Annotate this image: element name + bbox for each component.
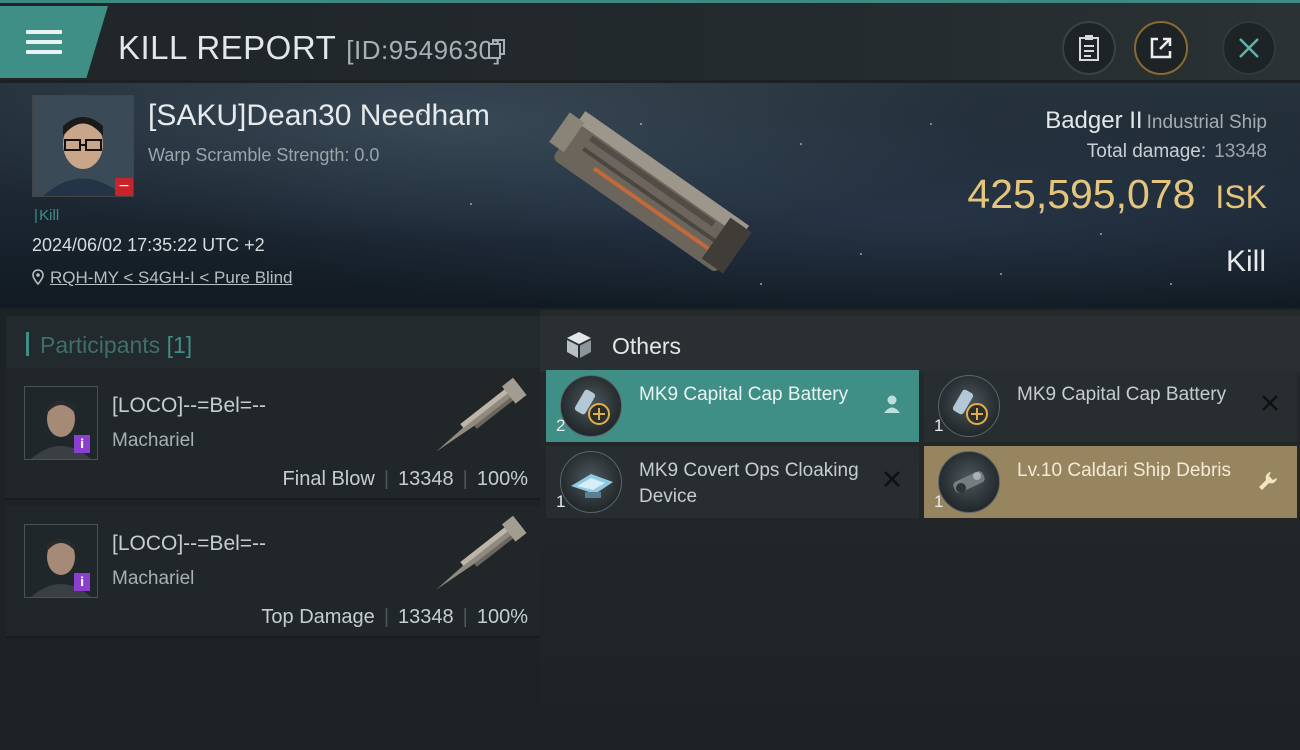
isk-unit: ISK xyxy=(1215,179,1267,215)
participant-role: Final Blow xyxy=(282,468,375,490)
location-text[interactable]: RQH-MY < S4GH-I < Pure Blind xyxy=(50,268,293,287)
dropped-item[interactable]: 2 MK9 Capital Cap Battery xyxy=(546,370,919,442)
total-damage-label: Total damage: xyxy=(1086,141,1207,162)
item-quantity: 1 xyxy=(934,492,944,511)
participants-count: [1] xyxy=(166,332,193,358)
kill-datetime: 2024/06/02 17:35:22 UTC +2 xyxy=(32,235,265,255)
capacitor-battery-icon xyxy=(938,375,1000,437)
participant-percent: 100% xyxy=(476,468,528,490)
ship-name-text: Badger II xyxy=(1045,107,1143,134)
item-name: MK9 Capital Cap Battery xyxy=(639,384,849,405)
item-name: MK9 Covert Ops Cloaking Device xyxy=(639,460,859,507)
participant-role: Top Damage xyxy=(261,606,375,628)
close-button[interactable] xyxy=(1222,21,1276,75)
page-title: KILL REPORT [ID:9549630] xyxy=(118,29,501,67)
item-quantity: 1 xyxy=(556,492,566,511)
title-text: KILL REPORT xyxy=(118,29,337,66)
dropped-item[interactable]: 1 Lv.10 Caldari Ship Debris xyxy=(924,446,1297,518)
hostile-badge: − xyxy=(115,178,133,196)
participant-row[interactable]: i [LOCO]--=Bel=-- Machariel Top Damage | 1… xyxy=(6,506,540,638)
cube-icon xyxy=(567,332,591,358)
participant-ship: Machariel xyxy=(112,430,195,451)
total-damage: Total damage: 13348 xyxy=(1087,141,1267,163)
participant-damage: 13348 xyxy=(398,606,454,628)
ship-class: Industrial Ship xyxy=(1146,112,1267,133)
dropped-item[interactable]: 1 MK9 Covert Ops Cloaking Device xyxy=(546,446,919,518)
isk-value: 425,595,078 ISK xyxy=(967,171,1267,218)
participant-damage: 13348 xyxy=(398,468,454,490)
others-label: Others xyxy=(612,333,682,359)
item-name: Lv.10 Caldari Ship Debris xyxy=(1017,460,1232,481)
participant-ship-image xyxy=(436,515,527,590)
item-quantity: 2 xyxy=(556,416,566,435)
x-icon xyxy=(884,471,900,487)
participant-ship-image xyxy=(436,377,527,452)
isk-amount: 425,595,078 xyxy=(967,171,1196,217)
item-quantity: 1 xyxy=(934,416,944,435)
others-panel: Others 2 MK9 Capital Cap Battery 1 MK9 C… xyxy=(540,310,1300,750)
victim-ship: Badger II Industrial Ship xyxy=(1045,107,1267,135)
wrench-icon xyxy=(1259,472,1277,490)
kill-tag-text: Kill xyxy=(39,207,60,224)
victim-panel: − [SAKU]Dean30 Needham Warp Scramble Str… xyxy=(0,83,1300,308)
item-name: MK9 Capital Cap Battery xyxy=(1017,384,1227,405)
participant-name[interactable]: [LOCO]--=Bel=-- xyxy=(112,394,266,418)
participants-label: Participants [1] xyxy=(40,332,192,359)
location-pin-icon xyxy=(32,269,44,286)
warp-scramble: Warp Scramble Strength: 0.0 xyxy=(148,145,380,165)
x-icon xyxy=(1262,395,1278,411)
share-button[interactable] xyxy=(1134,21,1188,75)
kill-type: Kill xyxy=(1225,245,1266,278)
dropped-item[interactable]: 1 MK9 Capital Cap Battery xyxy=(924,370,1297,442)
copy-icon[interactable] xyxy=(488,39,506,59)
participant-percent: 100% xyxy=(476,606,528,628)
report-id: [ID:9549630] xyxy=(346,35,502,65)
participant-name[interactable]: [LOCO]--=Bel=-- xyxy=(112,532,266,556)
participant-row[interactable]: i [LOCO]--=Bel=-- Machariel Final Blow | 1… xyxy=(6,368,540,500)
hamburger-icon xyxy=(26,30,62,60)
clipboard-button[interactable] xyxy=(1062,21,1116,75)
participant-ship: Machariel xyxy=(112,568,195,589)
capacitor-battery-icon xyxy=(560,375,622,437)
participants-label-text: Participants xyxy=(40,332,161,358)
info-badge: i xyxy=(74,573,90,591)
victim-ship-image xyxy=(549,111,752,274)
top-bar: KILL REPORT [ID:9549630] xyxy=(0,0,1300,80)
share-icon xyxy=(1150,37,1172,59)
ship-debris-icon xyxy=(938,451,1000,513)
kill-tag: | Kill xyxy=(34,207,60,224)
info-badge: i xyxy=(74,435,90,453)
participant-stats: Final Blow | 13348 | 100% xyxy=(282,468,528,490)
clipboard-icon xyxy=(1079,35,1099,61)
menu-button[interactable] xyxy=(0,6,108,78)
participants-header: Participants [1] xyxy=(6,316,540,372)
total-damage-value: 13348 xyxy=(1214,141,1267,162)
close-icon xyxy=(1239,38,1259,58)
victim-name[interactable]: [SAKU]Dean30 Needham xyxy=(148,99,490,133)
participants-panel: Participants [1] i [LOCO]--=Bel=-- Macha… xyxy=(0,310,540,750)
others-header: Others xyxy=(540,316,1300,372)
cloaking-device-icon xyxy=(560,451,622,513)
person-icon xyxy=(884,395,900,413)
location-link[interactable]: RQH-MY < S4GH-I < Pure Blind xyxy=(32,268,293,288)
participant-stats: Top Damage | 13348 | 100% xyxy=(261,606,528,628)
